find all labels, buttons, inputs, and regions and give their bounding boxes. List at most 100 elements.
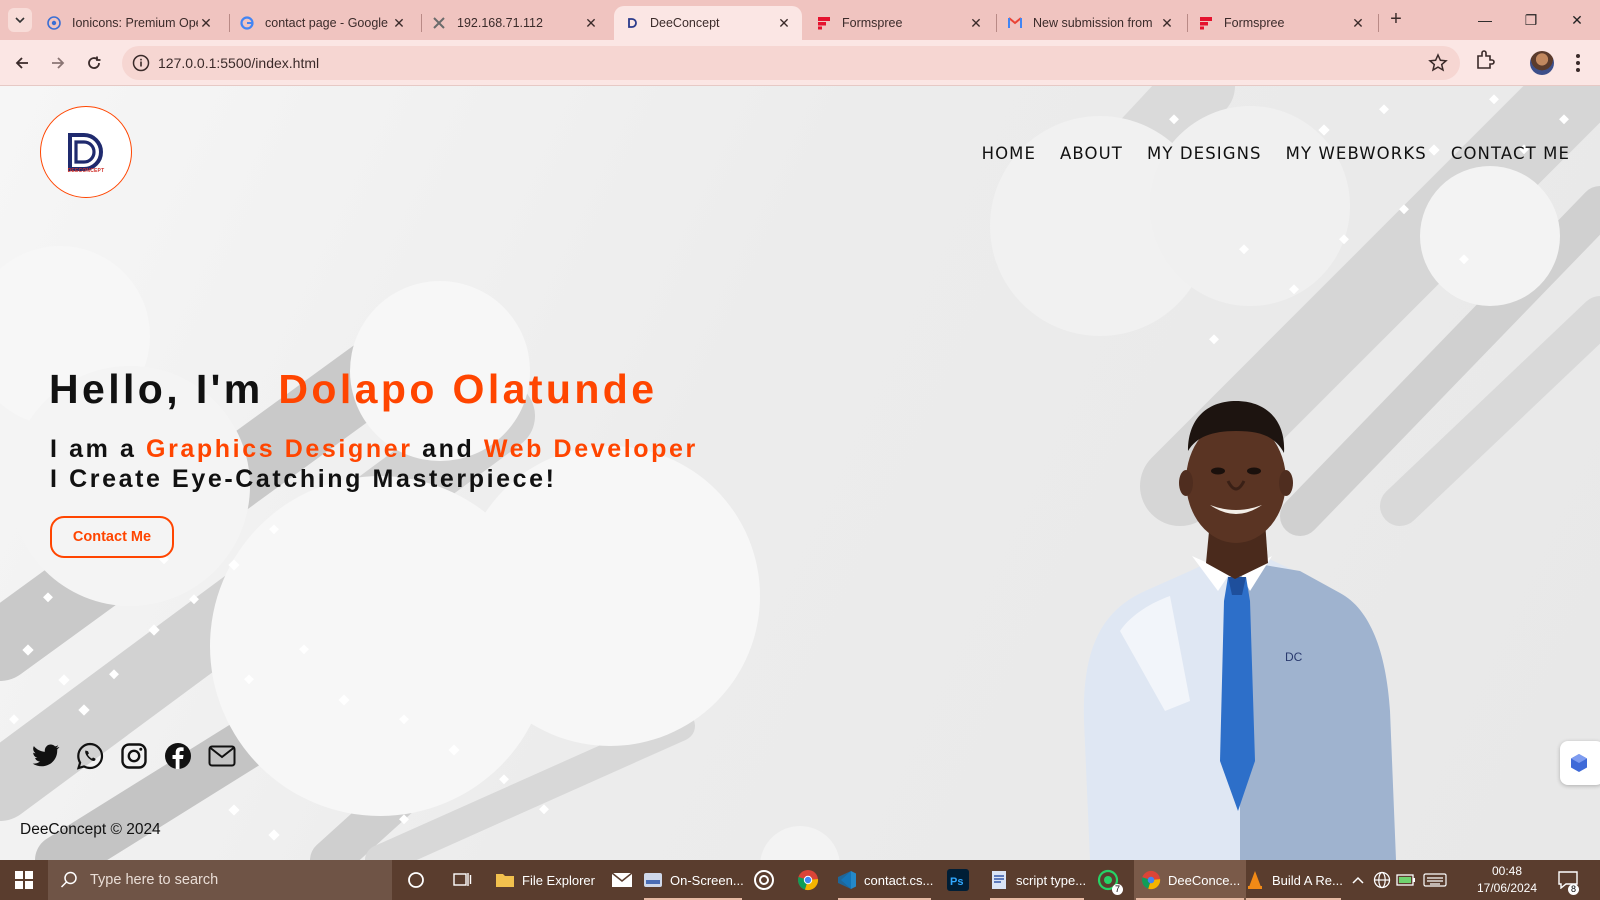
logo-wordmark: DEECONCEPT xyxy=(67,168,105,174)
taskbar-app-vlc[interactable]: Build A Re... xyxy=(1244,860,1343,900)
whatsapp-unread-badge: 7 xyxy=(1112,884,1124,895)
close-window-button[interactable]: ✕ xyxy=(1554,8,1600,32)
taskbar-app-word-document[interactable]: script type... xyxy=(988,860,1086,900)
restore-button[interactable]: ❐ xyxy=(1508,8,1554,32)
system-clock[interactable]: 00:48 17/06/2024 xyxy=(1472,863,1542,897)
taskbar-app-on-screen-keyboard[interactable]: On-Screen... xyxy=(642,860,744,900)
address-bar[interactable]: 127.0.0.1:5500/index.html xyxy=(122,46,1460,80)
search-icon xyxy=(60,871,77,888)
taskbar-app-chrome-deeconcept[interactable]: DeeConce... xyxy=(1134,860,1247,900)
instagram-icon[interactable] xyxy=(118,740,149,771)
tab-deeconcept[interactable]: DeeConcept ✕ xyxy=(614,6,802,40)
whatsapp-icon[interactable] xyxy=(74,740,105,771)
chrome-icon[interactable] xyxy=(796,868,820,892)
nav-my-designs[interactable]: MY DESIGNS xyxy=(1147,144,1262,163)
tab-title: Formspree xyxy=(1224,16,1285,30)
deeconcept-logo-icon xyxy=(68,133,103,171)
role-graphics-designer: Graphics Designer xyxy=(146,435,413,463)
hero-tagline: I Create Eye-Catching Masterpiece! xyxy=(50,465,557,493)
tab-formspree[interactable]: Formspree ✕ xyxy=(806,6,994,40)
tab-google-search[interactable]: contact page - Google Search ✕ xyxy=(229,6,417,40)
kebab-menu-icon[interactable] xyxy=(1568,50,1588,76)
new-tab-button[interactable]: + xyxy=(1384,8,1408,32)
windows-logo-icon xyxy=(15,871,33,889)
tab-gmail[interactable]: New submission from ✕ xyxy=(997,6,1185,40)
taskbar-app-file-explorer[interactable]: File Explorer xyxy=(494,860,595,900)
cortana-icon[interactable] xyxy=(404,868,428,892)
mail-app-icon[interactable] xyxy=(610,868,634,892)
tab-title: 192.168.71.112 xyxy=(457,16,543,30)
taskbar-search-box[interactable]: Type here to search xyxy=(48,860,392,900)
search-placeholder: Type here to search xyxy=(90,872,219,888)
roles-conjunction: and xyxy=(412,435,484,463)
document-icon xyxy=(988,869,1010,891)
close-icon[interactable]: ✕ xyxy=(1159,15,1175,32)
mail-icon[interactable] xyxy=(206,740,237,771)
close-icon[interactable]: ✕ xyxy=(583,15,599,32)
tab-title: Ionicons: Premium Open Source Icons xyxy=(72,16,198,30)
keyboard-layout-icon[interactable] xyxy=(1420,868,1450,892)
battery-icon[interactable] xyxy=(1394,868,1418,892)
vscode-icon xyxy=(836,869,858,891)
tab-formspree-2[interactable]: Formspree ✕ xyxy=(1188,6,1376,40)
notification-count-badge: 8 xyxy=(1568,884,1580,895)
svg-text:Ps: Ps xyxy=(950,876,963,888)
shirt-badge: DC xyxy=(1285,650,1303,664)
windows-taskbar: Type here to search File Explorer On-Scr… xyxy=(0,860,1600,900)
nav-contact-me[interactable]: CONTACT ME xyxy=(1451,144,1570,163)
nav-about[interactable]: ABOUT xyxy=(1060,144,1123,163)
app-label: On-Screen... xyxy=(670,872,744,888)
extensions-icon[interactable] xyxy=(1474,49,1496,71)
site-info-icon[interactable] xyxy=(132,54,150,72)
hero-greeting: Hello, I'm xyxy=(49,366,279,412)
forward-button[interactable] xyxy=(44,49,72,77)
nav-home[interactable]: HOME xyxy=(982,144,1036,163)
tab-title: contact page - Google Search xyxy=(265,16,391,30)
site-logo[interactable]: DEECONCEPT xyxy=(40,106,132,198)
chevron-down-icon xyxy=(15,17,25,24)
back-arrow-icon xyxy=(15,57,28,69)
tab-title: New submission from xyxy=(1033,16,1153,30)
nav-my-webworks[interactable]: MY WEBWORKS xyxy=(1286,144,1427,163)
start-button[interactable] xyxy=(0,860,48,900)
taskbar-app-vscode[interactable]: contact.cs... xyxy=(836,860,933,900)
target-app-icon[interactable] xyxy=(752,868,776,892)
social-links xyxy=(30,740,237,771)
contact-me-button[interactable]: Contact Me xyxy=(50,516,174,558)
profile-avatar[interactable] xyxy=(1530,51,1554,75)
bookmark-star-icon[interactable] xyxy=(1428,53,1448,73)
cube-icon xyxy=(1571,754,1587,772)
tab-search-button[interactable] xyxy=(8,8,32,32)
floating-widget-button[interactable] xyxy=(1560,741,1600,785)
twitter-icon[interactable] xyxy=(30,740,61,771)
close-icon[interactable]: ✕ xyxy=(776,15,792,32)
close-icon[interactable]: ✕ xyxy=(1350,15,1366,32)
reload-icon xyxy=(88,56,101,69)
url-text[interactable]: 127.0.0.1:5500/index.html xyxy=(158,55,319,71)
formspree-icon xyxy=(1198,15,1214,31)
globe-icon[interactable] xyxy=(1370,868,1394,892)
tab-local-ip[interactable]: 192.168.71.112 ✕ xyxy=(421,6,609,40)
close-icon[interactable]: ✕ xyxy=(968,15,984,32)
photoshop-icon[interactable]: Ps xyxy=(946,868,970,892)
reload-button[interactable] xyxy=(80,49,108,77)
close-icon[interactable]: ✕ xyxy=(391,15,407,32)
app-label: script type... xyxy=(1016,872,1087,888)
tray-chevron-up-icon[interactable] xyxy=(1346,868,1370,892)
google-icon xyxy=(239,15,255,31)
back-button[interactable] xyxy=(8,49,36,77)
clock-time: 00:48 xyxy=(1491,864,1523,878)
hero-subheading: I am a Graphics Designer and Web Develop… xyxy=(50,434,698,494)
task-view-icon[interactable] xyxy=(450,868,474,892)
deeconcept-favicon xyxy=(624,15,640,31)
copyright-footer: DeeConcept © 2024 xyxy=(20,821,161,838)
tab-ionicons[interactable]: Ionicons: Premium Open Source Icons ✕ xyxy=(36,6,224,40)
minimize-button[interactable]: — xyxy=(1462,8,1508,32)
facebook-icon[interactable] xyxy=(162,740,193,771)
close-icon[interactable]: ✕ xyxy=(198,15,214,32)
hero-name: Dolapo Olatunde xyxy=(278,366,658,412)
forward-arrow-icon xyxy=(52,57,65,69)
gmail-icon xyxy=(1007,15,1023,31)
keyboard-icon xyxy=(642,869,664,891)
app-label: File Explorer xyxy=(522,872,595,888)
